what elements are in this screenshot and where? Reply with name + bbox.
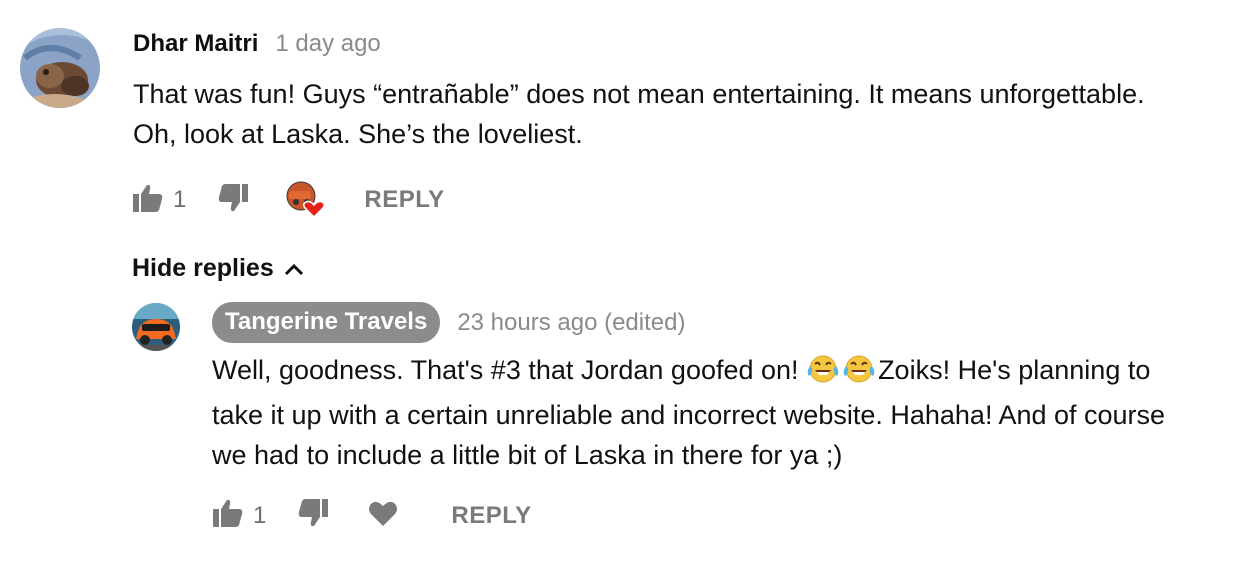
creator-heart-icon[interactable] [286,181,326,219]
comment-text: That was fun! Guys “entrañable” does not… [133,74,1145,154]
comment-actions: 1 REPLY [133,181,445,219]
author-name[interactable]: Dhar Maitri [133,30,258,58]
reply-text-line: take it up with a certain unreliable and… [212,400,1166,430]
avatar[interactable] [20,28,100,108]
reply-text-line: we had to include a little bit of Laska … [212,440,843,470]
thumbs-down-icon[interactable] [298,499,329,532]
reply-avatar[interactable] [132,303,180,351]
tears-of-joy-emoji-icon [806,354,840,395]
reply-button[interactable]: REPLY [451,502,531,530]
reply-text-segment: Well, goodness. That's #3 that Jordan go… [212,355,807,385]
thumbs-up-icon[interactable] [213,499,243,532]
reply-timestamp[interactable]: 23 hours ago (edited) [457,309,685,337]
hide-replies-label: Hide replies [132,254,274,282]
tears-of-joy-emoji-icon [842,354,876,395]
comment-header: Dhar Maitri 1 day ago [133,30,381,58]
like-count: 1 [253,501,267,529]
comment-text-line: Oh, look at Laska. She’s the loveliest. [133,119,583,149]
chevron-up-icon [284,254,304,283]
creator-author-chip[interactable]: Tangerine Travels [212,302,441,343]
reply-text-segment: Zoiks! He's planning to [878,355,1151,385]
hide-replies-button[interactable]: Hide replies [132,254,304,283]
thumbs-down-icon[interactable] [218,183,249,217]
heart-icon[interactable] [368,500,398,532]
comment-timestamp[interactable]: 1 day ago [275,30,380,58]
reply-button[interactable]: REPLY [364,186,444,214]
reply-header: Tangerine Travels 23 hours ago (edited) [212,302,685,343]
thumbs-up-icon[interactable] [133,184,163,217]
like-count: 1 [173,186,187,213]
reply-text-line: Well, goodness. That's #3 that Jordan go… [212,350,1165,395]
comment-text-line: That was fun! Guys “entrañable” does not… [133,79,1145,109]
reply-text: Well, goodness. That's #3 that Jordan go… [212,350,1165,475]
reply-actions: 1 REPLY [213,499,532,532]
